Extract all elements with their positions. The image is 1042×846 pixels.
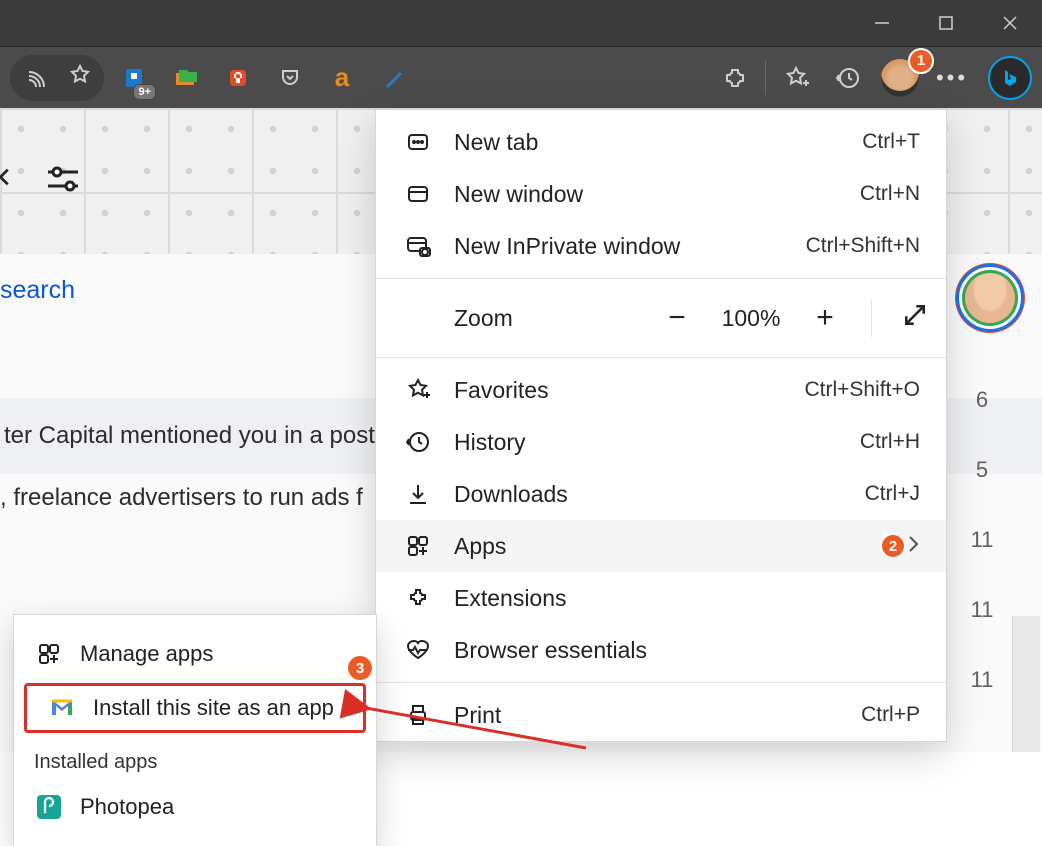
chevron-right-icon bbox=[906, 533, 920, 560]
page-scrollbar[interactable] bbox=[1012, 616, 1040, 752]
settings-menu: New tab Ctrl+T New window Ctrl+N New InP… bbox=[376, 110, 946, 741]
menu-label: New tab bbox=[454, 129, 538, 156]
menu-downloads[interactable]: Downloads Ctrl+J bbox=[376, 468, 946, 520]
feed-row[interactable]: , freelance advertisers to run ads f bbox=[0, 484, 363, 512]
more-icon[interactable]: ••• bbox=[926, 52, 978, 104]
count-cell: 11 bbox=[942, 653, 1022, 707]
maximize-button[interactable] bbox=[914, 0, 978, 46]
count-cell: 11 bbox=[942, 583, 1022, 637]
folders-icon[interactable] bbox=[160, 52, 212, 104]
zoom-label: Zoom bbox=[454, 305, 513, 332]
menu-shortcut: Ctrl+T bbox=[862, 130, 920, 154]
back-chevron-icon[interactable] bbox=[0, 166, 16, 193]
menu-favorites[interactable]: Favorites Ctrl+Shift+O bbox=[376, 364, 946, 416]
favorites-icon bbox=[400, 377, 436, 403]
submenu-install-site[interactable]: Install this site as an app bbox=[24, 683, 366, 733]
print-icon bbox=[400, 703, 436, 727]
menu-separator bbox=[376, 682, 946, 683]
window-titlebar bbox=[0, 0, 1042, 46]
count-cell: 6 bbox=[942, 373, 1022, 427]
menu-shortcut: Ctrl+Shift+O bbox=[804, 378, 920, 402]
menu-print[interactable]: Print Ctrl+P bbox=[376, 689, 946, 741]
minimize-button[interactable] bbox=[850, 0, 914, 46]
a-ext-icon[interactable]: a bbox=[316, 52, 368, 104]
menu-shortcut: Ctrl+N bbox=[860, 182, 920, 206]
annotation-badge-2: 2 bbox=[880, 533, 906, 559]
menu-new-tab[interactable]: New tab Ctrl+T bbox=[376, 116, 946, 168]
zoom-in-button[interactable]: + bbox=[807, 301, 843, 335]
menu-label: Apps bbox=[454, 533, 506, 560]
menu-shortcut: Ctrl+P bbox=[861, 703, 920, 727]
menu-history[interactable]: History Ctrl+H bbox=[376, 416, 946, 468]
count-cell: 11 bbox=[942, 513, 1022, 567]
submenu-label: Manage apps bbox=[80, 641, 213, 667]
settings-sliders-icon[interactable] bbox=[46, 164, 80, 194]
menu-label: New window bbox=[454, 181, 583, 208]
bing-chat-icon[interactable] bbox=[988, 56, 1032, 100]
star-icon[interactable] bbox=[68, 63, 92, 92]
submenu-app-photopea[interactable]: Photopea bbox=[14, 782, 376, 832]
menu-shortcut: Ctrl+Shift+N bbox=[806, 234, 920, 258]
fullscreen-icon[interactable] bbox=[900, 300, 930, 336]
ext-badge: 9+ bbox=[133, 84, 156, 100]
menu-label: Browser essentials bbox=[454, 637, 647, 664]
history-icon[interactable] bbox=[822, 52, 874, 104]
menu-shortcut: Ctrl+H bbox=[860, 430, 920, 454]
annotation-badge-3: 3 bbox=[346, 654, 374, 682]
browser-toolbar: 9+ a 1 ••• bbox=[0, 46, 1042, 108]
menu-extensions[interactable]: Extensions bbox=[376, 572, 946, 624]
apps-submenu: Manage apps Install this site as an app … bbox=[14, 615, 376, 846]
zoom-out-button[interactable]: − bbox=[659, 301, 695, 335]
new-window-icon bbox=[400, 182, 436, 206]
privacy-badger-icon[interactable]: 9+ bbox=[108, 52, 160, 104]
submenu-manage-apps[interactable]: Manage apps bbox=[14, 629, 376, 679]
favorites-star-plus-icon[interactable] bbox=[770, 52, 822, 104]
menu-new-inprivate[interactable]: New InPrivate window Ctrl+Shift+N bbox=[376, 220, 946, 272]
submenu-label: Install this site as an app bbox=[93, 695, 334, 721]
toolbar-capsule bbox=[10, 55, 104, 101]
count-cell: 5 bbox=[942, 443, 1022, 497]
toolbar-separator bbox=[765, 61, 766, 95]
cast-icon[interactable] bbox=[26, 63, 50, 92]
menu-label: Print bbox=[454, 702, 501, 729]
extensions-puzzle-icon[interactable] bbox=[709, 52, 761, 104]
account-avatar[interactable] bbox=[958, 266, 1022, 330]
photopea-icon bbox=[32, 795, 66, 819]
lock-ext-icon[interactable] bbox=[212, 52, 264, 104]
profile-avatar[interactable]: 1 bbox=[874, 52, 926, 104]
new-tab-icon bbox=[400, 130, 436, 154]
search-label[interactable]: search bbox=[0, 276, 75, 305]
history-icon bbox=[400, 430, 436, 454]
downloads-icon bbox=[400, 482, 436, 506]
menu-label: New InPrivate window bbox=[454, 233, 680, 260]
submenu-label: Photopea bbox=[80, 794, 174, 820]
apps-icon bbox=[400, 534, 436, 558]
submenu-section-header: Installed apps bbox=[14, 743, 376, 782]
menu-label: Favorites bbox=[454, 377, 549, 404]
menu-label: History bbox=[454, 429, 526, 456]
menu-separator bbox=[376, 357, 946, 358]
essentials-icon bbox=[400, 638, 436, 662]
menu-shortcut: Ctrl+J bbox=[865, 482, 920, 506]
editor-icon[interactable] bbox=[368, 52, 420, 104]
zoom-value: 100% bbox=[717, 305, 785, 332]
menu-zoom: Zoom − 100% + bbox=[376, 285, 946, 351]
extensions-icon bbox=[400, 586, 436, 610]
manage-apps-icon bbox=[32, 642, 66, 666]
right-count-column: 6 5 11 11 11 bbox=[942, 373, 1022, 707]
menu-new-window[interactable]: New window Ctrl+N bbox=[376, 168, 946, 220]
gmail-icon bbox=[45, 699, 79, 717]
menu-label: Extensions bbox=[454, 585, 567, 612]
menu-essentials[interactable]: Browser essentials bbox=[376, 624, 946, 676]
menu-separator bbox=[376, 278, 946, 279]
pocket-icon[interactable] bbox=[264, 52, 316, 104]
menu-label: Downloads bbox=[454, 481, 568, 508]
menu-apps[interactable]: Apps 2 bbox=[376, 520, 946, 572]
inprivate-icon bbox=[400, 234, 436, 258]
close-button[interactable] bbox=[978, 0, 1042, 46]
zoom-separator bbox=[871, 299, 872, 337]
notification-text: ter Capital mentioned you in a post bbox=[4, 422, 375, 450]
